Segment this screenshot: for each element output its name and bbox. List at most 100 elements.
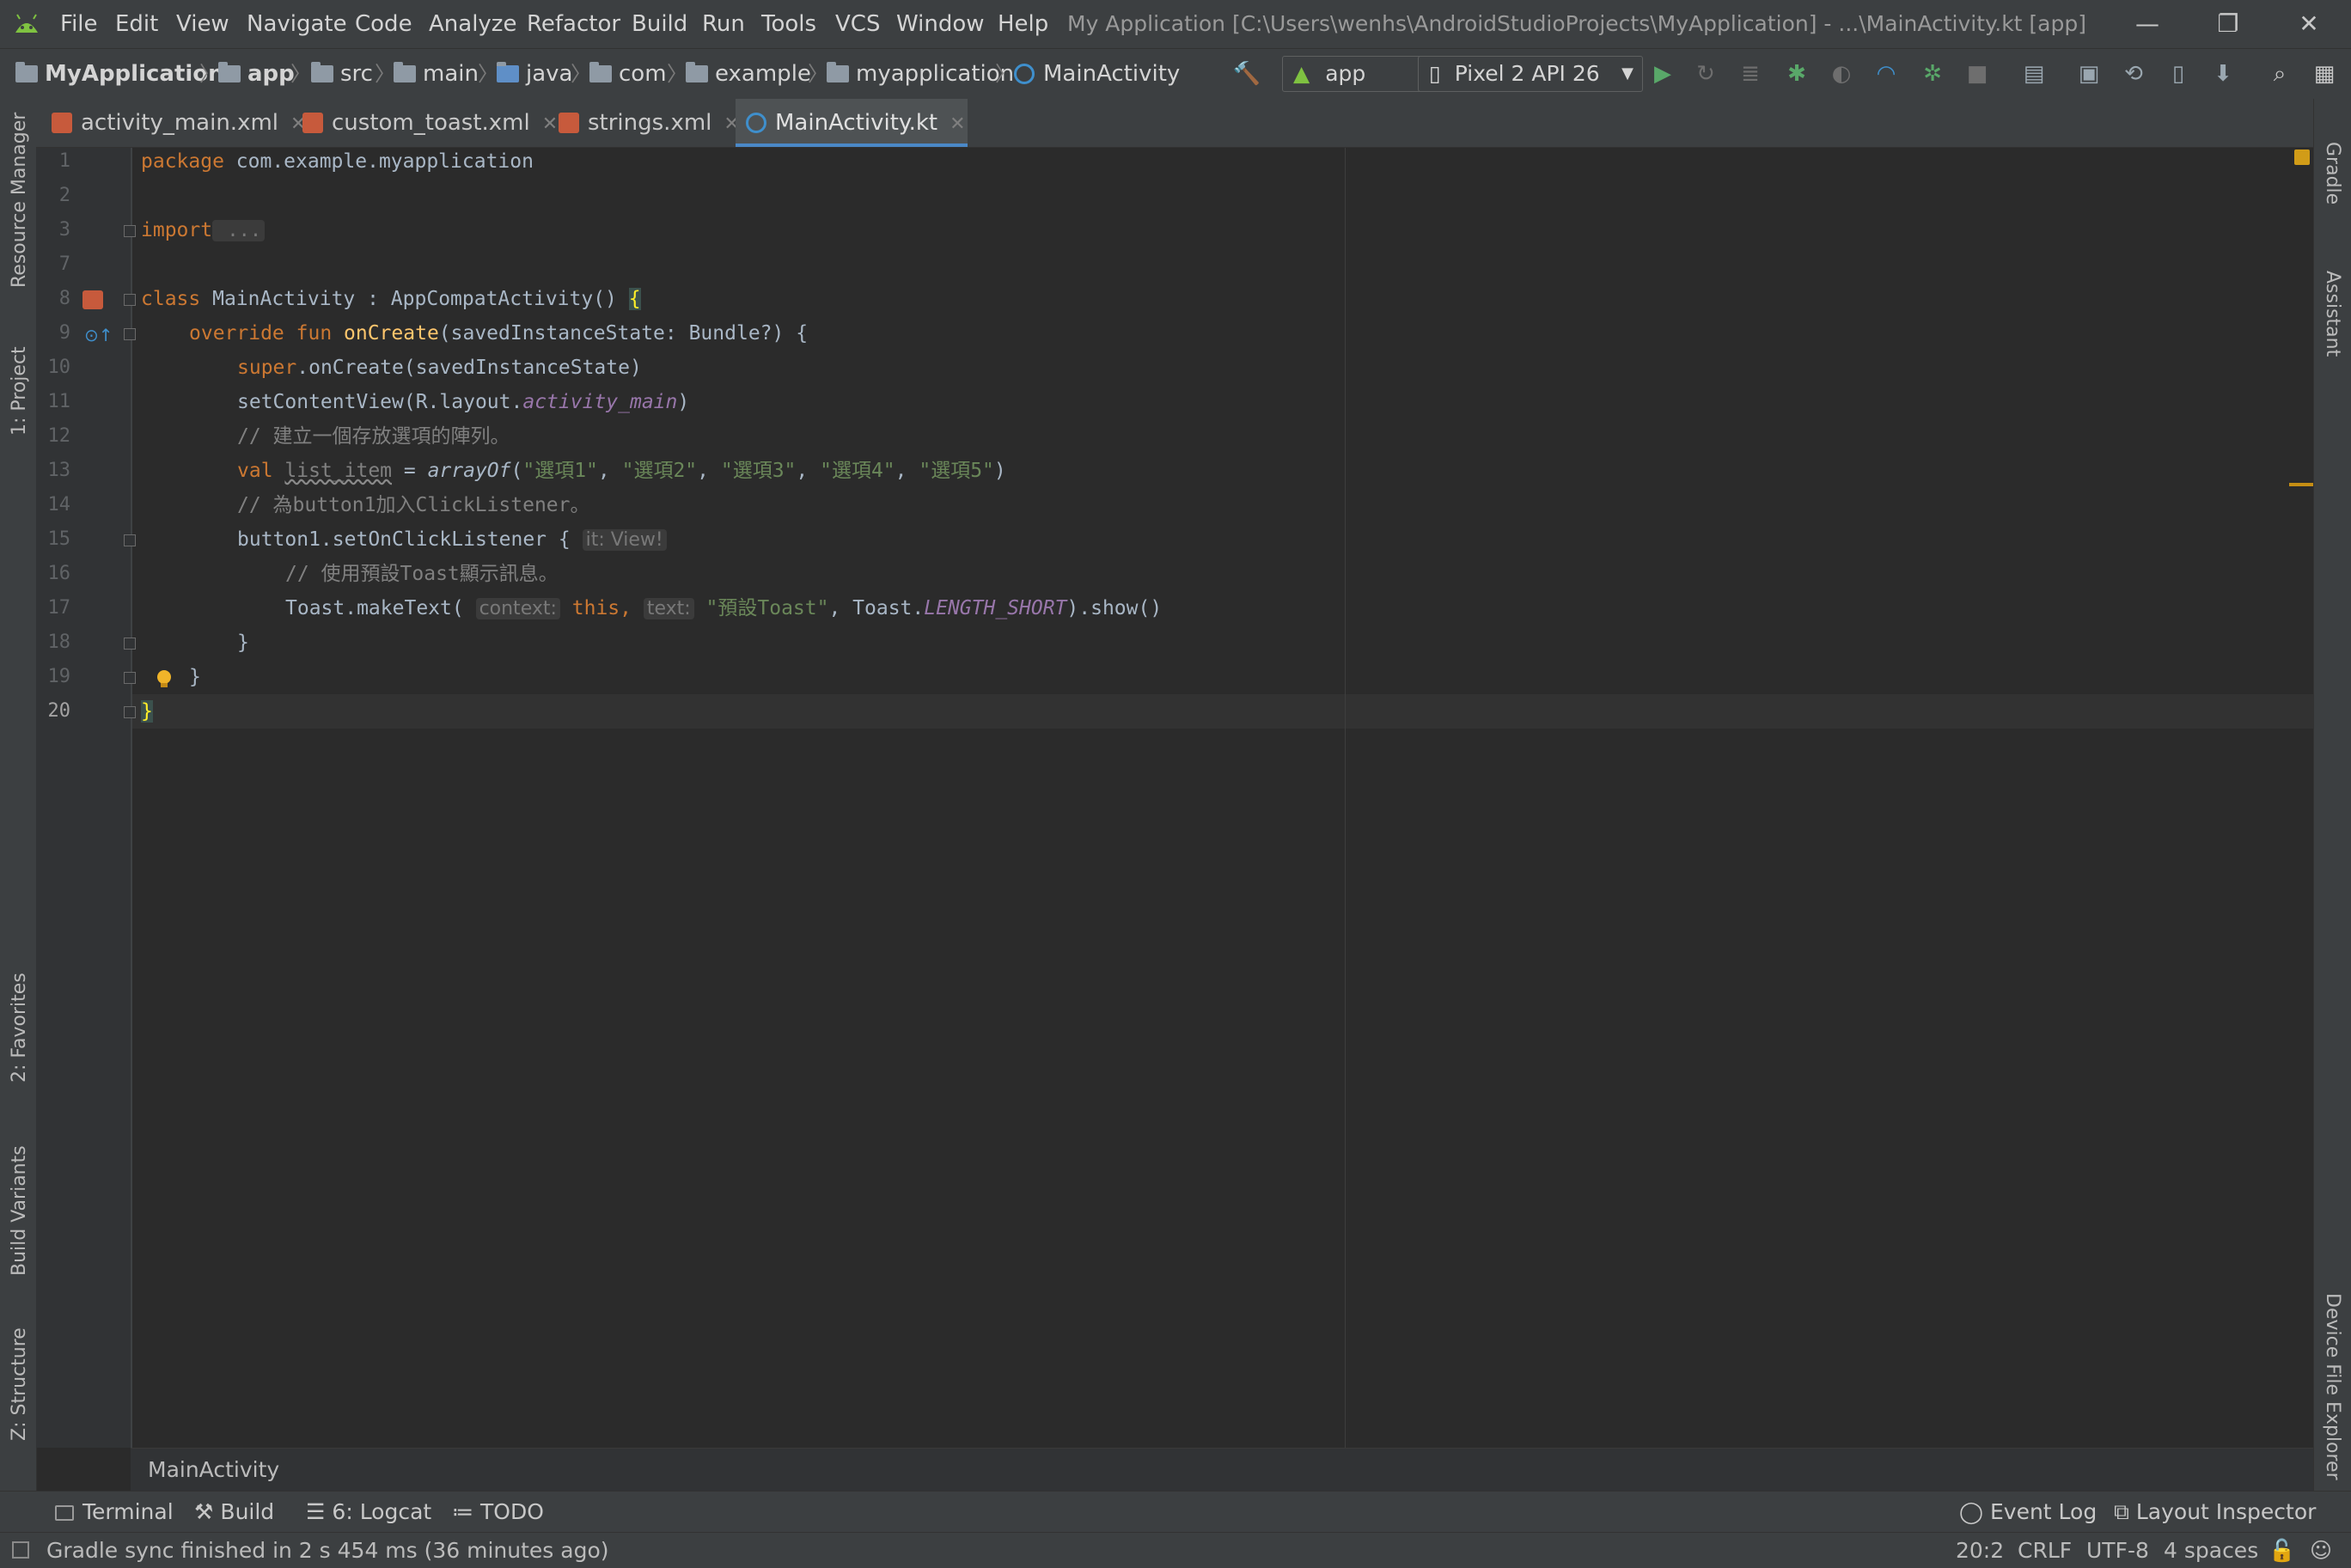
menu-analyze[interactable]: Analyze (429, 0, 516, 48)
fold-marker-icon[interactable] (124, 706, 136, 718)
device-select[interactable]: ▯ Pixel 2 API 26 ▼ (1418, 56, 1643, 92)
code-line-18[interactable]: } (237, 625, 249, 660)
breadcrumb-src[interactable]: src (311, 49, 373, 99)
indent-setting[interactable]: 4 spaces (2164, 1533, 2258, 1568)
breadcrumb-com[interactable]: com (589, 49, 667, 99)
caret-position[interactable]: 20:2 (1956, 1533, 2004, 1568)
avd-manager-icon[interactable]: ▯ (2164, 59, 2193, 88)
run-icon[interactable]: ▶ (1648, 59, 1677, 88)
code-line-20[interactable]: } (141, 694, 153, 729)
fold-marker-icon[interactable] (124, 294, 136, 306)
make-project-hammer-icon[interactable]: 🔨 (1232, 59, 1261, 88)
menu-vcs[interactable]: VCS (835, 0, 880, 48)
breadcrumb-java[interactable]: java (497, 49, 572, 99)
code-line-19[interactable]: } (189, 660, 201, 694)
tool-build[interactable]: ⚒ Build (194, 1492, 274, 1533)
toggle-tool-windows-icon[interactable] (12, 1541, 29, 1559)
code-line-11[interactable]: setContentView(R.layout.activity_main) (237, 385, 689, 419)
current-line-highlight (131, 694, 2313, 729)
search-everywhere-icon[interactable]: ⌕ (2265, 59, 2294, 88)
close-window-icon[interactable]: ✕ (2270, 0, 2348, 48)
code-line-9[interactable]: override fun onCreate(savedInstanceState… (189, 316, 808, 351)
intention-lightbulb-icon[interactable] (155, 668, 174, 691)
sync-project-icon[interactable]: ▣ (2074, 59, 2104, 88)
inspector-icon[interactable]: ☺ (2310, 1533, 2332, 1568)
code-line-15[interactable]: button1.setOnClickListener { it: View! (237, 522, 667, 557)
close-tab-icon[interactable]: ✕ (542, 113, 558, 135)
line-separator[interactable]: CRLF (2018, 1533, 2072, 1568)
fold-marker-icon[interactable] (124, 534, 136, 546)
fold-marker-icon[interactable] (124, 672, 136, 684)
menu-edit[interactable]: Edit (115, 0, 158, 48)
editor-breadcrumb-item[interactable]: MainActivity (148, 1449, 279, 1492)
tool-gradle[interactable]: Gradle (2322, 142, 2343, 204)
minimize-icon[interactable]: — (2109, 0, 2186, 48)
menu-window[interactable]: Window (896, 0, 985, 48)
code-line-1[interactable]: package com.example.myapplication (141, 144, 534, 179)
tool-assistant[interactable]: Assistant (2322, 271, 2343, 357)
status-message[interactable]: Gradle sync finished in 2 s 454 ms (36 m… (46, 1533, 609, 1568)
profile-icon[interactable]: ◠ (1872, 59, 1901, 88)
attach-debugger-icon[interactable]: ✲ (1918, 59, 1947, 88)
warning-indicator-icon[interactable] (2294, 149, 2310, 165)
tool-layout-inspector[interactable]: ⧉ Layout Inspector (2114, 1492, 2316, 1533)
code-line-3[interactable]: import ... (141, 213, 266, 247)
tool-terminal[interactable]: Terminal (55, 1492, 174, 1533)
coverage-icon[interactable]: ◐ (1827, 59, 1856, 88)
file-encoding[interactable]: UTF-8 (2086, 1533, 2149, 1568)
code-line-13[interactable]: val list_item = arrayOf("選項1", "選項2", "選… (237, 454, 1006, 488)
code-line-8[interactable]: class MainActivity : AppCompatActivity()… (141, 282, 641, 316)
menu-build[interactable]: Build (632, 0, 687, 48)
tool-structure[interactable]: Z: Structure (9, 1327, 30, 1441)
override-method-gutter-icon[interactable]: ⊙↑ (84, 325, 113, 345)
menu-tools[interactable]: Tools (761, 0, 816, 48)
folded-imports[interactable]: ... (212, 220, 266, 241)
fold-marker-icon[interactable] (124, 225, 136, 237)
warning-stripe-mark[interactable] (2289, 483, 2313, 486)
breadcrumb-project[interactable]: MyApplication (15, 49, 224, 99)
apply-code-changes-icon[interactable]: ≣ (1736, 59, 1765, 88)
tab-mainactivity-kt[interactable]: MainActivity.kt ✕ (736, 99, 968, 147)
menu-code[interactable]: Code (355, 0, 412, 48)
menu-refactor[interactable]: Refactor (527, 0, 620, 48)
project-structure-icon[interactable]: ▤ (2019, 59, 2049, 88)
code-line-16[interactable]: // 使用預設Toast顯示訊息。 (285, 557, 559, 591)
breadcrumb-main[interactable]: main (394, 49, 479, 99)
debug-icon[interactable]: ✱ (1782, 59, 1811, 88)
fold-marker-icon[interactable] (124, 328, 136, 340)
tool-logcat[interactable]: ☰ 6: Logcat (306, 1492, 431, 1533)
menu-view[interactable]: View (176, 0, 229, 48)
code-line-12[interactable]: // 建立一個存放選項的陣列。 (237, 419, 510, 454)
code-line-10[interactable]: super.onCreate(savedInstanceState) (237, 351, 642, 385)
tab-strings-xml[interactable]: strings.xml ✕ (559, 99, 765, 147)
menu-navigate[interactable]: Navigate (247, 0, 347, 48)
code-line-14[interactable]: // 為button1加入ClickListener。 (237, 488, 590, 522)
breadcrumb-mainactivity[interactable]: MainActivity (1014, 49, 1180, 99)
menu-help[interactable]: Help (998, 0, 1048, 48)
tool-device-file-explorer[interactable]: Device File Explorer (2322, 1293, 2343, 1480)
tool-project[interactable]: 1: Project (9, 346, 30, 436)
sdk-manager-icon[interactable]: ⬇ (2208, 59, 2238, 88)
tool-favorites[interactable]: 2: Favorites (9, 973, 30, 1083)
tab-custom-toast-xml[interactable]: custom_toast.xml ✕ (302, 99, 571, 147)
menu-run[interactable]: Run (702, 0, 745, 48)
lock-icon[interactable]: 🔓 (2269, 1533, 2295, 1568)
fold-marker-icon[interactable] (124, 638, 136, 650)
breadcrumb-example[interactable]: example (686, 49, 811, 99)
stop-icon[interactable]: ■ (1963, 59, 1992, 88)
restore-icon[interactable]: ❐ (2189, 0, 2267, 48)
tab-activity-main-xml[interactable]: activity_main.xml ✕ (52, 99, 306, 147)
apply-changes-icon[interactable]: ↻ (1691, 59, 1720, 88)
layout-resource-gutter-icon[interactable] (82, 290, 103, 309)
gradle-sync-icon[interactable]: ⟲ (2119, 59, 2148, 88)
tool-event-log[interactable]: ◯ Event Log (1959, 1492, 2097, 1533)
tool-build-variants[interactable]: Build Variants (9, 1145, 30, 1276)
breadcrumb-myapplication[interactable]: myapplication (827, 49, 1014, 99)
breadcrumb-app[interactable]: app (218, 49, 295, 99)
menu-file[interactable]: File (60, 0, 98, 48)
close-tab-icon[interactable]: ✕ (950, 113, 965, 135)
tool-todo[interactable]: ≔ TODO (452, 1492, 544, 1533)
user-avatar-icon[interactable]: ▦ (2310, 59, 2339, 88)
code-line-17[interactable]: Toast.makeText( context: this, text: "預設… (285, 591, 1162, 625)
tool-resource-manager[interactable]: Resource Manager (9, 113, 30, 288)
